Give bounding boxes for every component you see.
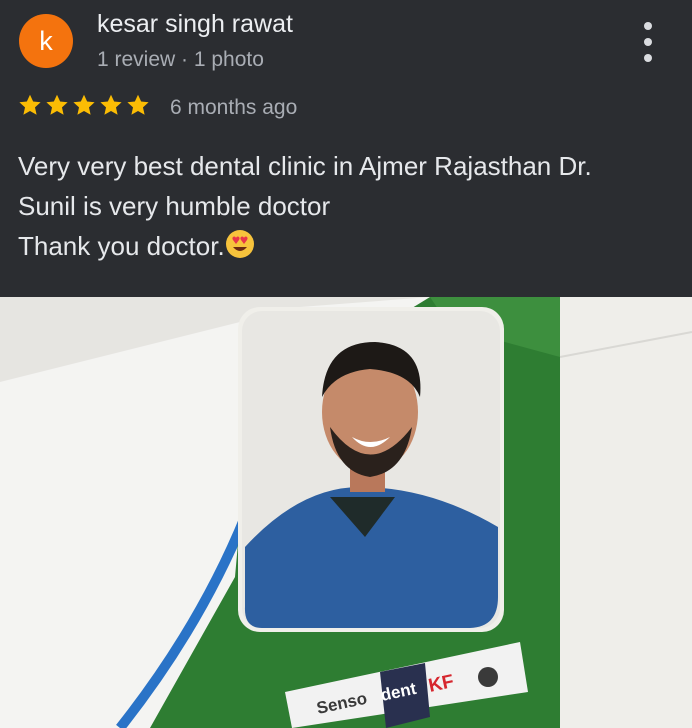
star-rating	[17, 92, 151, 118]
more-options-icon[interactable]	[640, 22, 656, 62]
more-dot	[644, 54, 652, 62]
more-dot	[644, 38, 652, 46]
clinic-photo-illustration: Senso dent KF	[0, 297, 692, 728]
star-icon	[100, 94, 122, 115]
review-text-line: Thank you doctor.	[18, 231, 225, 261]
avatar-initial: k	[39, 25, 53, 56]
reviewer-name[interactable]: kesar singh rawat	[97, 10, 293, 39]
star-icon	[19, 94, 41, 115]
review-text-line: Sunil is very humble doctor	[18, 191, 331, 221]
star-icon	[127, 94, 149, 115]
more-dot	[644, 22, 652, 30]
avatar[interactable]: k	[19, 14, 73, 68]
star-icon	[73, 94, 95, 115]
heart-eyes-emoji-icon	[225, 230, 254, 258]
review-text-line-last: Thank you doctor.	[18, 226, 668, 266]
review-text: Very very best dental clinic in Ajmer Ra…	[18, 146, 668, 266]
reviewer-meta: 1 review · 1 photo	[97, 48, 264, 71]
review-time: 6 months ago	[170, 96, 298, 119]
review-card: k kesar singh rawat 1 review · 1 photo 6…	[0, 0, 692, 297]
review-photo[interactable]: Senso dent KF	[0, 297, 692, 728]
review-text-line: Very very best dental clinic in Ajmer Ra…	[18, 151, 592, 181]
star-icon	[46, 94, 68, 115]
